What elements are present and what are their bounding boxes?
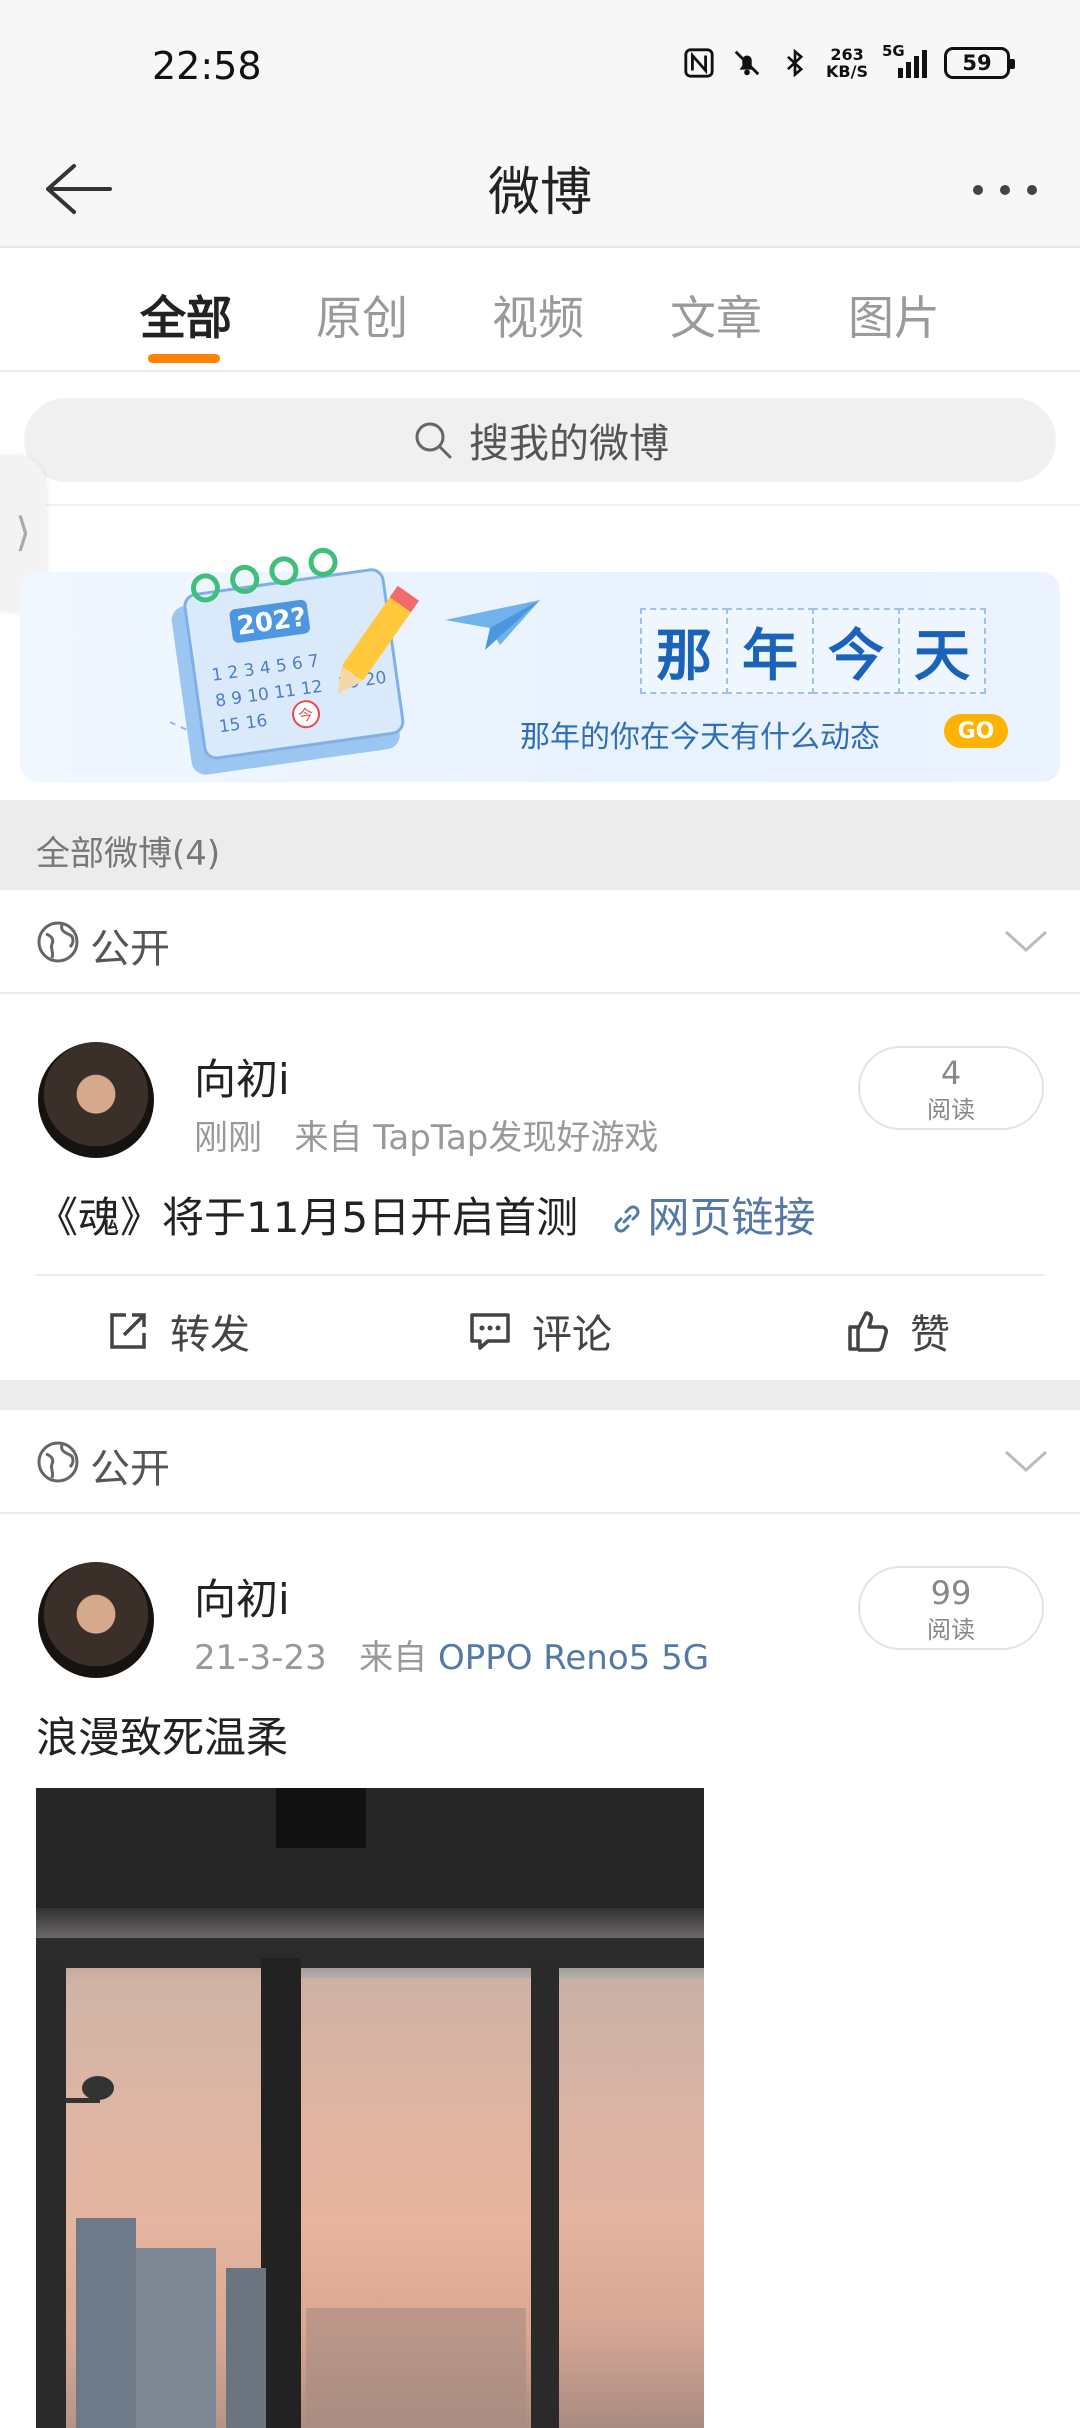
more-button[interactable] (960, 160, 1050, 220)
active-tab-indicator (148, 354, 220, 363)
banner-title-char: 天 (898, 608, 986, 694)
visibility-label: 公开 (90, 1446, 170, 1492)
tab-image[interactable]: 图片 (848, 282, 940, 348)
paper-plane-icon (445, 600, 540, 650)
status-time: 22:58 (152, 44, 262, 88)
read-count: 4 (940, 1054, 962, 1092)
banner-title-char: 今 (812, 608, 900, 694)
comment-icon (470, 1313, 510, 1350)
like-button[interactable]: 赞 (844, 1302, 950, 1360)
tab-video[interactable]: 视频 (492, 282, 584, 348)
post-source[interactable]: TapTap发现好游戏 (373, 1118, 658, 1158)
page-title: 微博 (487, 163, 592, 223)
globe-icon (37, 921, 79, 963)
tab-original[interactable]: 原创 (316, 282, 408, 348)
avatar[interactable] (38, 1562, 154, 1678)
search-input[interactable]: 搜我的微博 (24, 398, 1056, 482)
repost-button[interactable]: 转发 (104, 1302, 250, 1360)
post-card: 向初i 刚刚 来自 TapTap发现好游戏 4 阅读 《魂》将于11月5日开启首… (0, 996, 1080, 1380)
globe-icon (37, 1441, 79, 1483)
on-this-day-banner[interactable]: 202? 1 2 3 4 5 6 7 8 9 10 11 12 15 16 今 … (20, 547, 1060, 782)
search-section: 搜我的微博 (0, 372, 1080, 506)
window-photo (36, 1788, 704, 2428)
status-icons: 263 KB/S 5G 59 (682, 42, 1015, 80)
repost-label: 转发 (170, 1312, 250, 1358)
post-divider (0, 1380, 1080, 1410)
post-meta: 21-3-23 来自 OPPO Reno5 5G (194, 1630, 709, 1679)
web-link[interactable]: 网页链接 (648, 1193, 816, 1242)
post-source-prefix: 来自 (359, 1638, 428, 1678)
chevron-down-icon[interactable] (1002, 922, 1050, 962)
post-source[interactable]: OPPO Reno5 5G (438, 1638, 709, 1678)
post-image[interactable] (36, 1788, 704, 2428)
feed-section-title: 全部微博(4) (0, 800, 1080, 890)
search-placeholder: 搜我的微博 (469, 421, 669, 467)
repost-icon (110, 1313, 146, 1349)
avatar[interactable] (38, 1042, 154, 1158)
read-count: 99 (930, 1574, 972, 1612)
user-name[interactable]: 向初i (194, 1046, 290, 1107)
chevron-down-icon[interactable] (1002, 1442, 1050, 1482)
thumbs-up-icon (848, 1311, 888, 1352)
post-text: 《魂》将于11月5日开启首测 网页链接 (36, 1184, 816, 1245)
visibility-label: 公开 (90, 926, 170, 972)
read-label: 阅读 (927, 1096, 975, 1124)
top-bar: 微博 (0, 130, 1080, 248)
mute-icon (730, 46, 764, 80)
like-label: 赞 (910, 1312, 950, 1358)
nfc-icon (682, 46, 716, 80)
visibility-row[interactable]: 公开 (0, 888, 1080, 994)
tab-article[interactable]: 文章 (670, 282, 762, 348)
post-time: 刚刚 (194, 1118, 262, 1158)
status-bar: 22:58 263 KB/S 5G 59 (0, 0, 1080, 130)
read-count-pill: 4 阅读 (858, 1046, 1044, 1130)
net-speed: 263 KB/S (826, 46, 868, 80)
network-type: 5G (882, 42, 905, 60)
signal-icon: 5G (882, 42, 930, 80)
banner-subtitle: 那年的你在今天有什么动态 (520, 720, 880, 755)
banner-title: 那 年 今 天 (640, 608, 986, 694)
svg-text:今: 今 (297, 705, 314, 725)
post-body: 《魂》将于11月5日开启首测 (36, 1193, 579, 1242)
read-label: 阅读 (927, 1616, 975, 1644)
read-count-pill: 99 阅读 (858, 1566, 1044, 1650)
more-dots-icon (973, 185, 1037, 195)
calendar-illustration: 202? 1 2 3 4 5 6 7 8 9 10 11 12 15 16 今 … (169, 547, 419, 775)
post-text: 浪漫致死温柔 (36, 1713, 289, 1762)
banner-title-char: 那 (640, 608, 728, 694)
search-icon (415, 422, 452, 459)
comment-button[interactable]: 评论 (466, 1302, 612, 1360)
bluetooth-icon (778, 46, 812, 80)
banner-title-char: 年 (726, 608, 814, 694)
post-action-bar: 转发 评论 赞 (36, 1274, 1044, 1380)
visibility-row[interactable]: 公开 (0, 1408, 1080, 1514)
battery-indicator: 59 (944, 47, 1015, 79)
link-icon (614, 1205, 640, 1233)
chevron-right-icon: ⟩ (15, 510, 31, 556)
go-badge[interactable]: GO (944, 714, 1008, 748)
comment-label: 评论 (532, 1312, 612, 1358)
user-name[interactable]: 向初i (194, 1566, 290, 1627)
tab-all[interactable]: 全部 (140, 282, 232, 348)
post-source-prefix: 来自 (294, 1118, 363, 1158)
post-time: 21-3-23 (194, 1638, 327, 1678)
net-speed-unit: KB/S (826, 62, 868, 81)
post-meta: 刚刚 来自 TapTap发现好游戏 (194, 1110, 658, 1159)
